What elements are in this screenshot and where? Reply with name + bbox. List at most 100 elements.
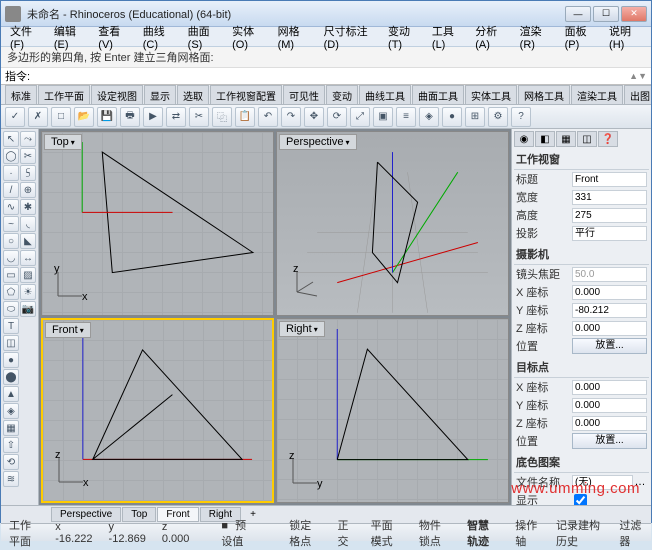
tab-solidtools[interactable]: 实体工具 <box>465 85 517 105</box>
menu-transform[interactable]: 变动(T) <box>383 21 425 53</box>
menu-dim[interactable]: 尺寸标注(D) <box>319 21 381 53</box>
line-icon[interactable]: / <box>3 182 19 198</box>
menu-curve[interactable]: 曲线(C) <box>138 21 181 53</box>
val-cam-z[interactable]: 0.000 <box>572 321 647 336</box>
viewport-top[interactable]: Top yx <box>41 131 274 316</box>
tab-standard[interactable]: 标准 <box>5 85 37 105</box>
mesh-icon[interactable]: ▦ <box>3 420 19 436</box>
print-icon[interactable]: 🖶 <box>120 107 140 127</box>
val-tgt-x[interactable]: 0.000 <box>572 380 647 395</box>
tab-transform[interactable]: 变动 <box>326 85 358 105</box>
run-icon[interactable]: ▶ <box>143 107 163 127</box>
browse-icon[interactable]: … <box>633 476 647 488</box>
cut-icon[interactable]: ✂ <box>189 107 209 127</box>
tab-cplane[interactable]: 工作平面 <box>38 85 90 105</box>
status-filter[interactable]: 过滤器 <box>614 516 647 550</box>
val-width[interactable]: 331 <box>572 190 647 205</box>
swap-icon[interactable]: ⇄ <box>166 107 186 127</box>
viewport-label-right[interactable]: Right <box>279 321 325 337</box>
scale-icon[interactable]: ⤢ <box>350 107 370 127</box>
circle-icon[interactable]: ○ <box>3 233 19 249</box>
viewport-label-perspective[interactable]: Perspective <box>279 134 357 150</box>
tab-rendertools[interactable]: 渲染工具 <box>571 85 623 105</box>
layers-icon[interactable]: ≡ <box>396 107 416 127</box>
status-presets[interactable]: ■ 预设值 <box>217 517 260 549</box>
minimize-button[interactable]: — <box>565 6 591 22</box>
panel-tab-props[interactable]: ◉ <box>514 131 534 147</box>
place-tgt-button[interactable]: 放置... <box>572 433 647 449</box>
rect-icon[interactable]: ▭ <box>3 267 19 283</box>
menu-help[interactable]: 说明(H) <box>604 21 647 53</box>
point-icon[interactable]: · <box>3 165 19 181</box>
status-smarttrack[interactable]: 智慧轨迹 <box>462 516 502 550</box>
save-icon[interactable]: 💾 <box>97 107 117 127</box>
viewport-right[interactable]: Right zy <box>276 318 509 503</box>
val-height[interactable]: 275 <box>572 208 647 223</box>
sweep-icon[interactable]: ⤳ <box>20 131 36 147</box>
status-gumball[interactable]: 操作轴 <box>510 516 543 550</box>
status-ortho[interactable]: 正交 <box>332 516 357 550</box>
menu-tools[interactable]: 工具(L) <box>427 21 468 53</box>
viewport-label-front[interactable]: Front <box>45 322 91 338</box>
val-title[interactable]: Front <box>572 172 647 187</box>
show-checkbox[interactable] <box>574 494 587 506</box>
camera-icon[interactable]: 📷 <box>20 301 36 317</box>
trim-icon[interactable]: ✂ <box>20 148 36 164</box>
cancel-icon[interactable]: ✗ <box>28 107 48 127</box>
new-icon[interactable]: □ <box>51 107 71 127</box>
val-cam-y[interactable]: -80.212 <box>572 303 647 318</box>
rotate-icon[interactable]: ⟳ <box>327 107 347 127</box>
cone-icon[interactable]: ▲ <box>3 386 19 402</box>
text-icon[interactable]: T <box>3 318 19 334</box>
val-file[interactable]: (无) <box>572 475 633 490</box>
menu-render[interactable]: 渲染(R) <box>515 21 558 53</box>
panel-tab-views[interactable]: ◫ <box>577 131 597 147</box>
light-icon[interactable]: ☀ <box>20 284 36 300</box>
ellipse-icon[interactable]: ⬭ <box>3 301 19 317</box>
view4-icon[interactable]: ⊞ <box>465 107 485 127</box>
move-icon[interactable]: ✥ <box>304 107 324 127</box>
pointer-icon[interactable]: ↖ <box>3 131 19 147</box>
help-icon[interactable]: ? <box>511 107 531 127</box>
join-icon[interactable]: ⊕ <box>20 182 36 198</box>
menu-surface[interactable]: 曲面(S) <box>183 21 225 53</box>
status-history[interactable]: 记录建构历史 <box>551 516 606 550</box>
loft-icon[interactable]: ≋ <box>3 471 19 487</box>
check-icon[interactable]: ✓ <box>5 107 25 127</box>
menu-file[interactable]: 文件(F) <box>5 21 47 53</box>
command-scroll-icon[interactable]: ▲▼ <box>629 71 647 81</box>
place-cam-button[interactable]: 放置... <box>572 338 647 354</box>
redo-icon[interactable]: ↷ <box>281 107 301 127</box>
tab-curvetools[interactable]: 曲线工具 <box>359 85 411 105</box>
split-icon[interactable]: ⫓ <box>20 165 36 181</box>
val-projection[interactable]: 平行 <box>572 226 647 241</box>
paste-icon[interactable]: 📋 <box>235 107 255 127</box>
panel-tab-help[interactable]: ❓ <box>598 131 618 147</box>
viewport-perspective[interactable]: Perspective z <box>276 131 509 316</box>
fillet-icon[interactable]: ◟ <box>20 216 36 232</box>
maximize-button[interactable]: ☐ <box>593 6 619 22</box>
menu-solid[interactable]: 实体(O) <box>227 21 271 53</box>
status-plane[interactable]: 工作平面 <box>5 517 43 549</box>
options-icon[interactable]: ⚙ <box>488 107 508 127</box>
close-button[interactable]: ✕ <box>621 6 647 22</box>
menu-analyze[interactable]: 分析(A) <box>470 21 512 53</box>
polyline-icon[interactable]: ∿ <box>3 199 19 215</box>
surface-icon[interactable]: ◈ <box>3 403 19 419</box>
chamfer-icon[interactable]: ◣ <box>20 233 36 249</box>
tab-surftools[interactable]: 曲面工具 <box>412 85 464 105</box>
curve-icon[interactable]: ~ <box>3 216 19 232</box>
status-osnap[interactable]: 物件锁点 <box>414 516 454 550</box>
tab-display[interactable]: 显示 <box>144 85 176 105</box>
undo-icon[interactable]: ↶ <box>258 107 278 127</box>
hatch-icon[interactable]: ▨ <box>20 267 36 283</box>
val-cam-x[interactable]: 0.000 <box>572 285 647 300</box>
group-icon[interactable]: ▣ <box>373 107 393 127</box>
revolve-icon[interactable]: ⟲ <box>3 454 19 470</box>
extrude-icon[interactable]: ⇧ <box>3 437 19 453</box>
command-input[interactable] <box>30 68 629 84</box>
dim-icon[interactable]: ↔ <box>20 250 36 266</box>
tab-visibility[interactable]: 可见性 <box>283 85 325 105</box>
val-tgt-z[interactable]: 0.000 <box>572 416 647 431</box>
cylinder-icon[interactable]: ⬤ <box>3 369 19 385</box>
